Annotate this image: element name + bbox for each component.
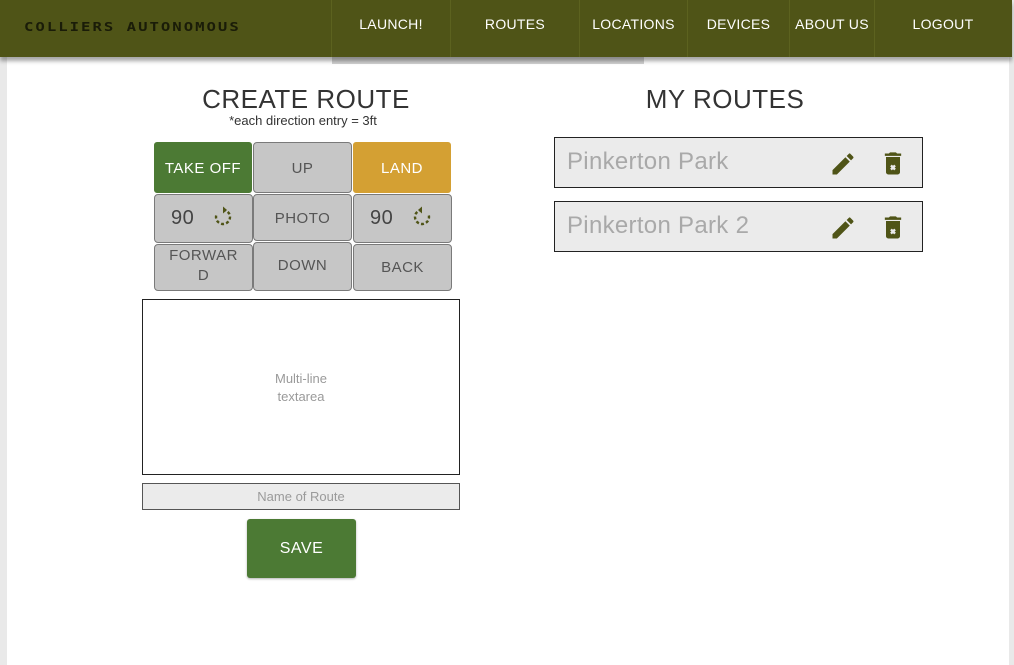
route-name-input[interactable] [142, 483, 460, 510]
trash-icon[interactable] [879, 214, 907, 242]
route-directions-textarea[interactable] [142, 299, 460, 475]
photo-button[interactable]: PHOTO [253, 194, 352, 241]
create-route-subtitle: *each direction entry = 3ft [229, 113, 377, 128]
nav-shadow [332, 57, 644, 64]
rotate-counterclockwise-button[interactable]: 90 [353, 194, 452, 243]
save-button[interactable]: SAVE [247, 519, 356, 578]
rotate-clockwise-button[interactable]: 90 [154, 194, 253, 243]
nav-launch[interactable]: LAUNCH! [332, 0, 450, 57]
rotate-clockwise-icon [214, 206, 232, 226]
nav-about-us[interactable]: ABOUT US [790, 0, 874, 57]
down-button[interactable]: DOWN [253, 242, 352, 291]
forward-button[interactable]: FORWARD [154, 244, 253, 291]
trash-icon[interactable] [879, 150, 907, 178]
nav-routes[interactable]: ROUTES [451, 0, 579, 57]
pencil-icon[interactable] [829, 150, 857, 178]
rotate-counterclockwise-icon [413, 206, 431, 226]
back-button[interactable]: BACK [353, 244, 452, 291]
nav-logout[interactable]: LOGOUT [875, 0, 1011, 57]
my-routes-title: MY ROUTES [645, 84, 805, 114]
rotate-counterclockwise-value: 90 [370, 207, 394, 229]
nav-devices[interactable]: DEVICES [688, 0, 789, 57]
route-card[interactable]: Pinkerton Park [554, 137, 923, 188]
route-name[interactable]: Pinkerton Park 2 [567, 212, 749, 240]
rotate-clockwise-value: 90 [171, 207, 195, 229]
take-off-button[interactable]: TAKE OFF [154, 142, 252, 193]
create-route-title: CREATE ROUTE [202, 84, 410, 114]
top-navbar: COLLIERS AUTONOMOUS LAUNCH! ROUTES LOCAT… [0, 0, 1012, 57]
pencil-icon[interactable] [829, 214, 857, 242]
route-name[interactable]: Pinkerton Park [567, 148, 729, 176]
land-button[interactable]: LAND [353, 142, 451, 193]
route-card[interactable]: Pinkerton Park 2 [554, 201, 923, 252]
nav-locations[interactable]: LOCATIONS [580, 0, 687, 57]
up-button[interactable]: UP [253, 142, 352, 193]
brand-logo[interactable]: COLLIERS AUTONOMOUS [24, 19, 241, 34]
